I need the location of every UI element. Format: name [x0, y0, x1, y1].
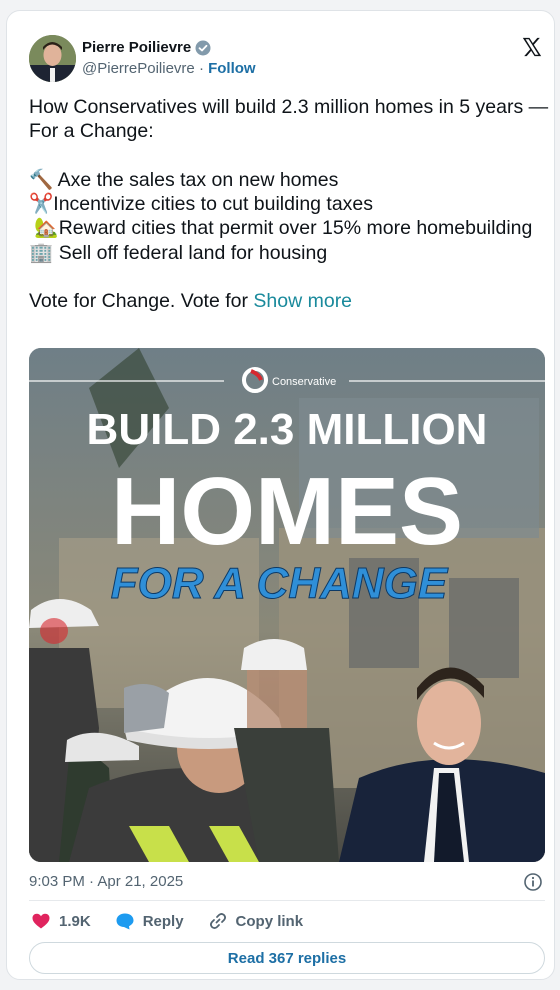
- reply-label: Reply: [142, 912, 184, 930]
- tweet-image[interactable]: Conservative BUILD 2.3 MILLION HOMES FOR…: [29, 348, 545, 862]
- tweet-line-8: Vote for Change. Vote for: [29, 290, 254, 313]
- author-name-row: Pierre Poilievre: [82, 39, 211, 56]
- copy-link-label: Copy link: [235, 912, 304, 930]
- tweet-timestamp[interactable]: 9:03 PM · Apr 21, 2025: [29, 873, 183, 890]
- author-handle[interactable]: @PierrePoilievre: [82, 60, 195, 77]
- headline-line-3: FOR A CHANGE: [111, 559, 449, 608]
- tweet-line-3: 🔨 Axe the sales tax on new homes: [29, 168, 339, 191]
- like-count: 1.9K: [59, 912, 91, 930]
- divider: [29, 900, 545, 901]
- show-more-link[interactable]: Show more: [253, 290, 352, 312]
- tweet-line-4: ✂️Incentivize cities to cut building tax…: [29, 193, 374, 216]
- tweet-text: How Conservatives will build 2.3 million…: [29, 95, 549, 314]
- verified-badge-icon: [195, 40, 211, 55]
- reply-bubble-icon: [116, 913, 134, 930]
- headline-line-1: BUILD 2.3 MILLION: [87, 405, 488, 454]
- separator-dot: ·: [198, 60, 204, 77]
- brand-label: Conservative: [272, 376, 336, 388]
- tweet-card: Pierre Poilievre @PierrePoilievre · Foll…: [6, 10, 555, 980]
- copy-link-button[interactable]: Copy link: [208, 911, 304, 931]
- tweet-line-1: How Conservatives will build 2.3 million…: [29, 96, 554, 143]
- x-logo-icon[interactable]: [521, 36, 543, 58]
- heart-icon: [32, 913, 50, 929]
- like-button[interactable]: 1.9K: [31, 911, 91, 931]
- info-icon[interactable]: [523, 872, 543, 892]
- link-icon: [209, 913, 226, 929]
- author-name[interactable]: Pierre Poilievre: [82, 39, 191, 56]
- read-replies-button[interactable]: Read 367 replies: [29, 942, 545, 974]
- author-handle-row: @PierrePoilievre · Follow: [82, 60, 256, 77]
- avatar[interactable]: [29, 35, 76, 82]
- action-bar: 1.9K Reply Copy link: [31, 911, 327, 931]
- headline-line-2: HOMES: [111, 458, 463, 565]
- follow-button[interactable]: Follow: [208, 60, 256, 77]
- tweet-line-6: 🏢 Sell off federal land for housing: [29, 241, 328, 264]
- tweet-line-5: 🏡Reward cities that permit over 15% more…: [29, 217, 533, 240]
- reply-button[interactable]: Reply: [115, 911, 184, 931]
